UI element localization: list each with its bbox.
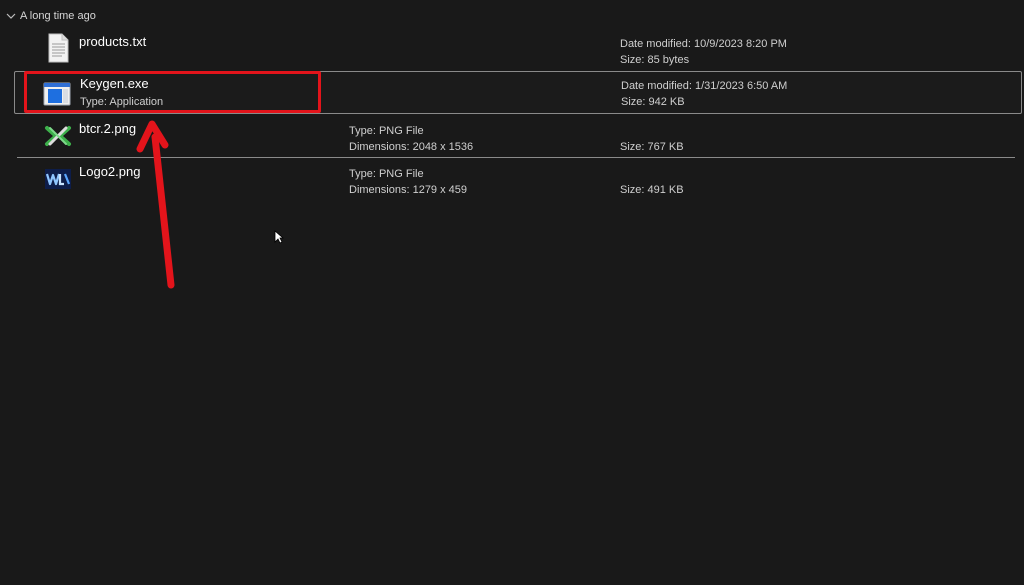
date-modified: Date modified: 1/31/2023 6:50 AM [621, 80, 788, 92]
red-arrow-pointing-up-icon [136, 120, 175, 289]
file-size: Size: 942 KB [621, 96, 685, 108]
file-size: Size: 767 KB [620, 141, 684, 153]
file-type: Type: PNG File [349, 168, 424, 180]
group-title: A long time ago [20, 10, 96, 22]
file-size: Size: 491 KB [620, 184, 684, 196]
group-header[interactable]: A long time ago [6, 8, 96, 24]
file-name: btcr.2.png [79, 121, 137, 136]
chevron-down-icon [6, 13, 16, 19]
mouse-pointer-icon [274, 230, 284, 244]
file-size: Size: 85 bytes [620, 54, 690, 66]
png-image-icon [45, 126, 71, 146]
text-file-icon [48, 33, 69, 63]
file-type: Type: PNG File [349, 125, 424, 137]
dimensions: Dimensions: 2048 x 1536 [349, 141, 474, 153]
date-modified: Date modified: 10/9/2023 8:20 PM [620, 38, 787, 50]
red-rectangle-highlight [24, 71, 321, 113]
dimensions: Dimensions: 1279 x 459 [349, 184, 468, 196]
file-explorer-details-view: A long time ago products.txt Date modifi… [0, 0, 1024, 585]
file-row-products[interactable]: products.txt Date modified: 10/9/2023 8:… [14, 29, 1022, 72]
file-name: products.txt [79, 34, 147, 49]
png-image-icon [45, 169, 71, 189]
